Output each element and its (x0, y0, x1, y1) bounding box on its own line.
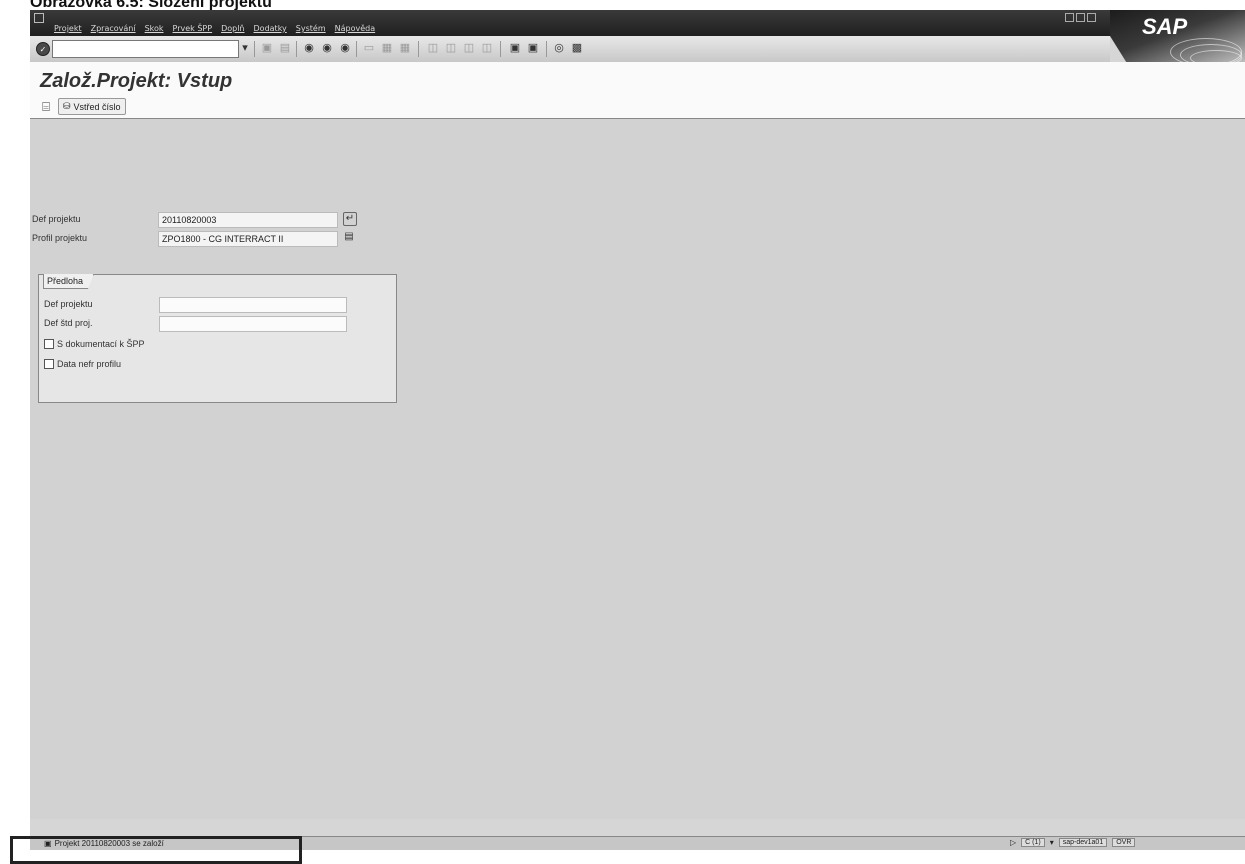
template-def-standard-label: Def štd proj. (44, 318, 93, 328)
profile-checkbox-row[interactable]: Data nefr profilu (44, 359, 121, 369)
status-expand-icon[interactable]: ▷ (1010, 838, 1016, 847)
docs-checkbox-row[interactable]: S dokumentací k ŠPP (44, 339, 145, 349)
template-group: Předloha Def projektu Def štd proj. S do… (38, 274, 397, 403)
open-by-number-label: Vstřed číslo (73, 101, 121, 112)
status-server: sap-dev1a01 (1058, 838, 1108, 847)
cancel-icon[interactable]: ◉ (338, 41, 352, 55)
standard-toolbar: ✓ ▾ ▣ ▤ ◉ ◉ ◉ ▭ ▦ ▦ ◫ ◫ ◫ ◫ ▣ ▣ ◎ ▩ (30, 36, 1110, 63)
menu-item-system[interactable]: Systém (296, 24, 326, 33)
open-by-number-button[interactable]: ⛁ Vstřed číslo (58, 98, 126, 115)
shortcut-icon[interactable]: ▣ (526, 41, 540, 55)
exit-icon[interactable]: ◉ (320, 41, 334, 55)
profile-checkbox-label: Data nefr profilu (57, 359, 122, 369)
previous-page-icon[interactable]: ◫ (444, 41, 458, 55)
dropdown-icon[interactable]: ▤ (343, 231, 355, 243)
project-profile-field[interactable]: ZPO1800 - CG INTERRACT II (158, 231, 338, 247)
screen-title-area: Založ.Projekt: Vstup ⌸ ⛁ Vstřed číslo (30, 62, 1245, 119)
command-history-icon[interactable]: ▾ (238, 41, 252, 55)
first-page-icon[interactable]: ◫ (426, 41, 440, 55)
sap-window: Projekt Zpracování Skok Prvek ŠPP Doplň … (30, 10, 1245, 850)
project-def-label: Def projektu (32, 214, 81, 224)
find-icon[interactable]: ▦ (380, 41, 394, 55)
save-icon[interactable]: ▣ (260, 41, 274, 55)
menu-item-napoveda[interactable]: Nápověda (335, 24, 376, 33)
menu-item-prvek-spp[interactable]: Prvek ŠPP (173, 24, 213, 33)
menu-item-projekt[interactable]: Projekt (54, 24, 82, 33)
sap-logo-text: SAP (1142, 14, 1188, 39)
customize-layout-icon[interactable]: ▩ (570, 41, 584, 55)
new-session-icon[interactable]: ▣ (508, 41, 522, 55)
status-client: C (1) (1021, 838, 1045, 847)
sap-logo: SAP (1110, 10, 1245, 62)
project-def-field[interactable]: 20110820003 (158, 212, 338, 228)
menu-bar: Projekt Zpracování Skok Prvek ŠPP Doplň … (30, 10, 1245, 36)
main-content: Def projektu 20110820003 ↵ Profil projek… (30, 119, 1245, 819)
enter-icon[interactable]: ✓ (36, 42, 50, 56)
template-def-standard-field[interactable] (159, 316, 347, 332)
back-icon[interactable]: ◉ (302, 41, 316, 55)
layout-icon[interactable]: ▤ (278, 41, 292, 55)
status-mode: OVR (1112, 838, 1136, 847)
template-def-project-label: Def projektu (44, 299, 93, 309)
docs-checkbox-label: S dokumentací k ŠPP (57, 339, 145, 349)
print-icon[interactable]: ▭ (362, 41, 376, 55)
application-toolbar: ⌸ ⛁ Vstřed číslo (38, 98, 126, 115)
menu-item-zpracovani[interactable]: Zpracování (91, 24, 136, 33)
help-icon[interactable]: ◎ (552, 41, 566, 55)
template-group-title: Předloha (43, 274, 95, 289)
profile-checkbox[interactable] (44, 359, 54, 369)
screen-title: Založ.Projekt: Vstup (40, 70, 233, 92)
next-page-icon[interactable]: ◫ (462, 41, 476, 55)
template-def-project-field[interactable] (159, 297, 347, 313)
status-dropdown-icon[interactable]: ▾ (1050, 838, 1054, 847)
last-page-icon[interactable]: ◫ (480, 41, 494, 55)
binoculars-icon: ⛁ (63, 101, 71, 111)
menu-item-dodatky[interactable]: Dodatky (254, 24, 287, 33)
status-highlight-frame (10, 836, 302, 864)
maximize-icon[interactable] (1076, 13, 1085, 22)
project-structure-icon[interactable]: ⌸ (38, 99, 54, 115)
menu-item-dopln[interactable]: Doplň (221, 24, 244, 33)
minimize-icon[interactable] (1065, 13, 1074, 22)
project-profile-label: Profil projektu (32, 233, 88, 243)
menu-item-skok[interactable]: Skok (145, 24, 164, 33)
system-menu-icon[interactable] (34, 13, 44, 23)
close-icon[interactable] (1087, 13, 1096, 22)
find-next-icon[interactable]: ▦ (398, 41, 412, 55)
docs-checkbox[interactable] (44, 339, 54, 349)
value-help-icon[interactable]: ↵ (343, 212, 357, 226)
command-field[interactable] (52, 40, 239, 58)
